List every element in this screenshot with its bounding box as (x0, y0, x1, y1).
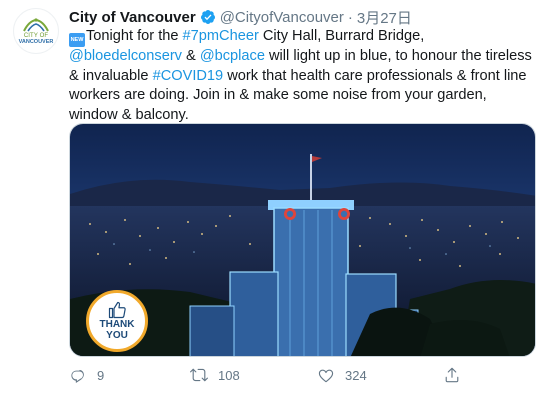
tweet-text-part: City Hall, Burrard Bridge, (258, 28, 425, 44)
tweet-text-part: & (181, 48, 200, 64)
tweet-date[interactable]: 3月27日 (357, 7, 412, 28)
like-count: 324 (345, 367, 367, 383)
mention-bloedelconserv-link[interactable]: @bloedelconserv (69, 48, 182, 64)
badge-line-1: THANK (99, 319, 135, 330)
thank-you-badge: THANK YOU (86, 290, 148, 352)
share-icon (445, 367, 459, 383)
like-button[interactable]: 324 (317, 366, 367, 384)
heart-icon (318, 369, 334, 383)
tweet-text-part: Tonight for the (86, 28, 183, 44)
reply-icon (71, 369, 84, 383)
header-separator: · (347, 8, 353, 26)
badge-line-2: YOU (106, 330, 128, 341)
share-button[interactable] (443, 366, 471, 384)
thumbs-up-icon (108, 301, 126, 319)
retweet-button[interactable]: 108 (190, 366, 240, 384)
tweet-text: NEW Tonight for the #7pmCheer City Hall, … (69, 27, 539, 125)
avatar[interactable]: CITY OF VANCOUVER (13, 8, 59, 54)
retweet-count: 108 (218, 367, 240, 383)
reply-count: 9 (97, 367, 105, 383)
avatar-label-bottom: VANCOUVER (18, 39, 54, 45)
author-name[interactable]: City of Vancouver (69, 9, 196, 26)
mention-bcplace-link[interactable]: @bcplace (200, 48, 265, 64)
new-emoji-icon: NEW (69, 33, 85, 47)
verified-badge-icon (200, 10, 215, 24)
tweet-header: City of Vancouver @CityofVancouver · 3月2… (69, 7, 412, 27)
city-of-vancouver-logo-icon (23, 18, 49, 32)
retweet-icon (190, 368, 208, 382)
tweet-actions: 9 108 324 (69, 366, 539, 386)
reply-button[interactable]: 9 (69, 366, 104, 384)
author-handle[interactable]: @CityofVancouver (220, 9, 344, 26)
hashtag-covid19-link[interactable]: #COVID19 (153, 68, 224, 84)
hashtag-7pmcheer-link[interactable]: #7pmCheer (183, 28, 259, 44)
